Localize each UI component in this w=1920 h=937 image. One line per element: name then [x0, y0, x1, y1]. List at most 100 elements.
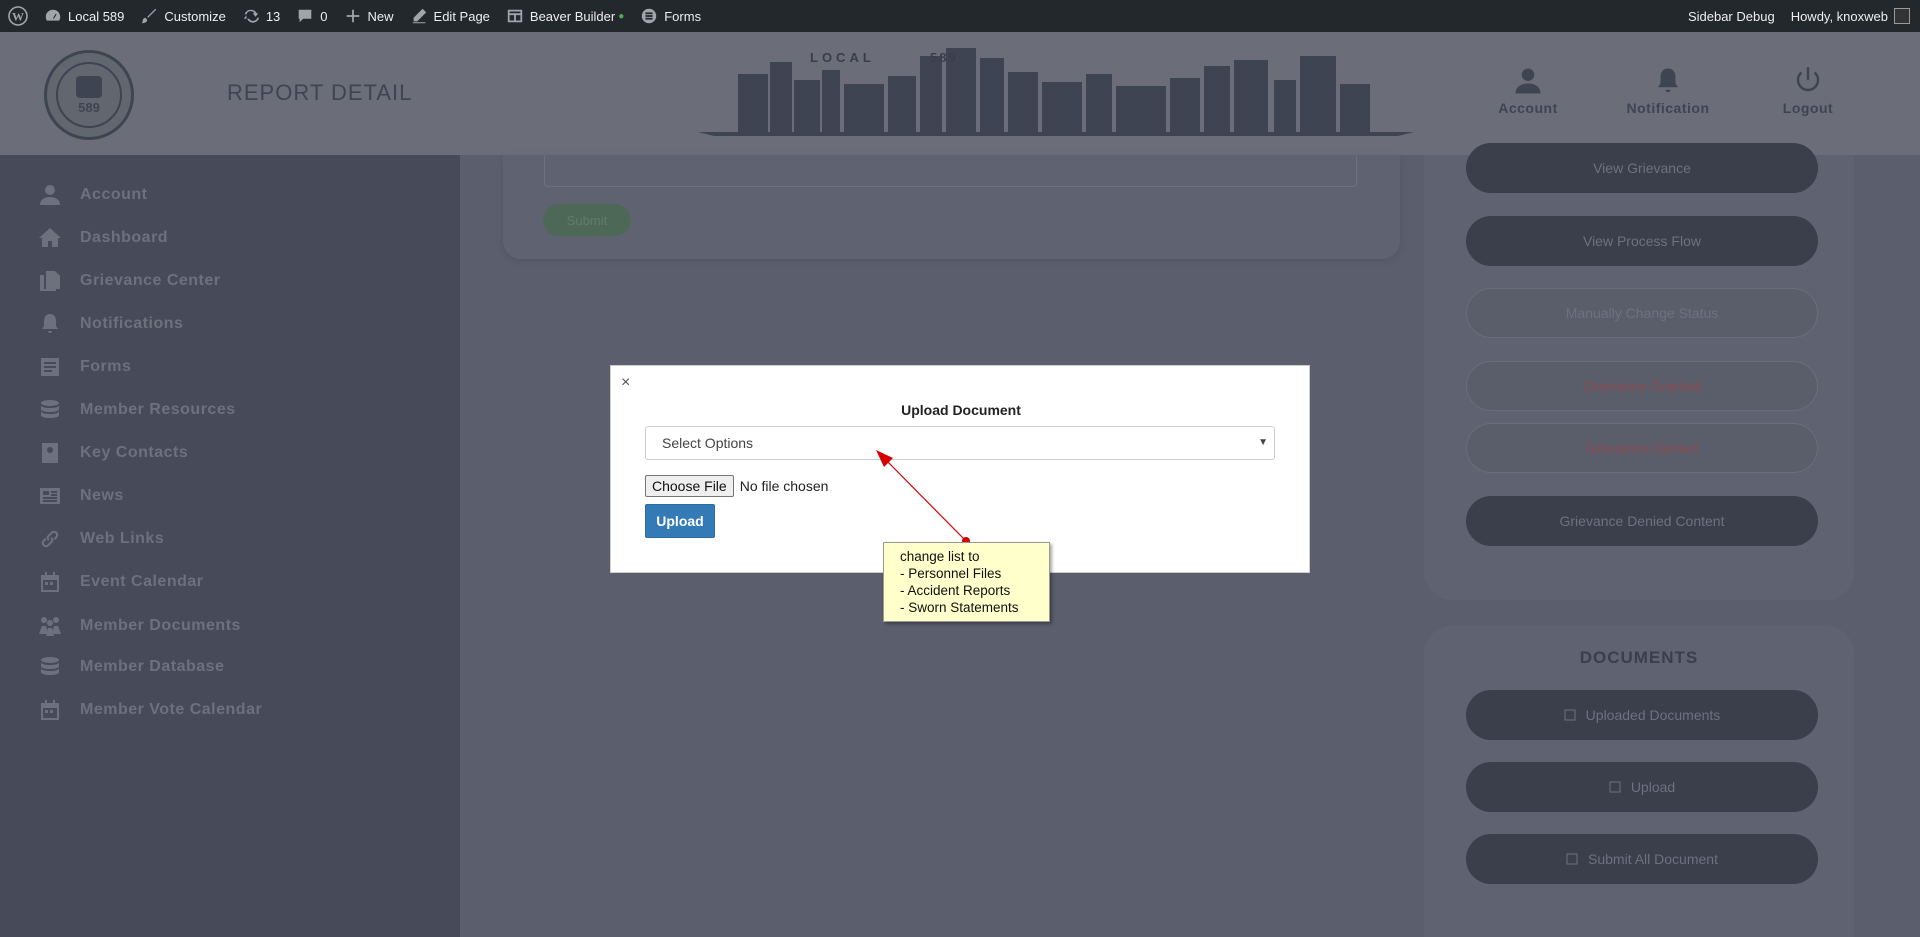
sidebar-item-key-contacts[interactable]: Key Contacts — [38, 441, 188, 465]
sidebar-item-label: News — [80, 487, 124, 504]
new-content-link[interactable]: New — [336, 0, 402, 32]
howdy-label: Howdy, knoxweb — [1790, 8, 1888, 24]
site-name-label: Local 589 — [68, 8, 125, 24]
power-icon — [1796, 67, 1820, 92]
forms-label: Forms — [664, 8, 702, 24]
submit-all-document-button[interactable]: Submit All Document — [1466, 834, 1818, 884]
sidebar-item-notifications[interactable]: Notifications — [38, 312, 183, 336]
sidebar-item-forms[interactable]: Forms — [38, 355, 131, 379]
newspaper-icon — [40, 488, 60, 504]
bus-icon — [76, 75, 102, 98]
beaver-builder-link[interactable]: Beaver Builder ● — [498, 0, 632, 32]
choose-file-button[interactable]: Choose File — [645, 475, 734, 497]
sidebar-item-event-calendar[interactable]: Event Calendar — [38, 570, 203, 594]
link-icon — [41, 530, 59, 548]
note-line: - Accident Reports — [900, 583, 1011, 598]
sidebar-item-label: Event Calendar — [80, 573, 204, 590]
plus-icon — [346, 9, 359, 23]
comment-textarea[interactable] — [544, 155, 1357, 187]
layout-grid-icon — [507, 9, 523, 23]
wordpress-logo-button[interactable]: W — [0, 0, 36, 32]
user-icon — [1515, 68, 1541, 94]
edit-page-label: Edit Page — [433, 8, 490, 24]
city-skyline-illustration — [698, 48, 1414, 136]
sidebar-item-news[interactable]: News — [38, 484, 124, 508]
forms-icon — [642, 8, 657, 24]
manually-change-status-button[interactable]: Manually Change Status — [1466, 288, 1818, 338]
note-line: - Sworn Statements — [900, 600, 1019, 615]
sidebar-item-label: Web Links — [80, 530, 165, 547]
header-notification-button[interactable]: Notification — [1613, 66, 1723, 116]
upload-button[interactable]: Upload — [645, 504, 715, 538]
upload-button[interactable]: Upload — [1466, 762, 1818, 812]
sidebar-item-label: Grievance Center — [80, 272, 221, 289]
grievance-denied-button[interactable]: Grievance Denied — [1466, 423, 1818, 473]
sidebar-debug-link[interactable]: Sidebar Debug — [1680, 0, 1783, 32]
view-grievance-button[interactable]: View Grievance — [1466, 143, 1818, 193]
comments-link[interactable]: 0 — [288, 0, 335, 32]
dashboard-gauge-icon — [45, 9, 61, 21]
database-icon — [41, 400, 59, 418]
sidebar-item-label: Forms — [80, 358, 132, 375]
view-process-flow-button[interactable]: View Process Flow — [1466, 216, 1818, 266]
note-line: change list to — [900, 549, 980, 564]
sidebar-item-label: Member Vote Calendar — [80, 701, 263, 718]
sidebar-item-member-documents[interactable]: Member Documents — [38, 614, 241, 638]
sidebar-item-grievance-center[interactable]: Grievance Center — [38, 269, 221, 293]
submit-button[interactable]: Submit — [543, 204, 631, 236]
status-dot: ● — [618, 10, 625, 22]
site-logo[interactable]: 589 — [44, 50, 134, 140]
wordpress-icon: W — [8, 6, 28, 26]
avatar — [1894, 8, 1910, 24]
header-logout-label: Logout — [1782, 100, 1834, 116]
updates-link[interactable]: 13 — [234, 0, 288, 32]
document-type-select[interactable]: Select Options ▼ — [645, 426, 1275, 460]
logo-number: 589 — [78, 99, 100, 115]
copy-icon — [40, 271, 60, 291]
bell-icon — [42, 314, 58, 333]
svg-text:W: W — [12, 10, 24, 24]
sidebar-item-dashboard[interactable]: Dashboard — [38, 226, 168, 250]
brush-icon — [142, 8, 157, 24]
uploaded-documents-button[interactable]: Uploaded Documents — [1466, 690, 1818, 740]
header-account-label: Account — [1498, 100, 1558, 116]
grievance-denied-content-button[interactable]: Grievance Denied Content — [1466, 496, 1818, 546]
close-icon[interactable]: × — [621, 374, 630, 392]
customize-link[interactable]: Customize — [132, 0, 233, 32]
header-account-button[interactable]: Account — [1473, 66, 1583, 116]
sidebar-item-label: Member Resources — [80, 401, 236, 418]
sidebar-item-web-links[interactable]: Web Links — [38, 527, 164, 551]
header-logout-button[interactable]: Logout — [1753, 66, 1863, 116]
document-button-label: Submit All Document — [1588, 851, 1718, 867]
comments-count: 0 — [320, 8, 328, 24]
bell-icon — [1658, 68, 1678, 93]
sidebar-item-member-vote-calendar[interactable]: Member Vote Calendar — [38, 698, 262, 722]
sidebar-item-account[interactable]: Account — [38, 183, 148, 207]
file-input-row: Choose File No file chosen — [645, 475, 828, 497]
sidebar-item-member-database[interactable]: Member Database — [38, 655, 224, 679]
forms-link[interactable]: Forms — [632, 0, 709, 32]
calendar-icon — [41, 572, 59, 592]
upload-icon — [1609, 781, 1621, 793]
local-label: LOCAL — [810, 50, 875, 65]
refresh-icon — [243, 9, 259, 23]
send-icon — [1566, 853, 1578, 865]
header-notification-label: Notification — [1626, 100, 1710, 116]
modal-title: Upload Document — [901, 402, 1021, 418]
site-name-link[interactable]: Local 589 — [36, 0, 132, 32]
note-line: - Personnel Files — [900, 566, 1002, 581]
document-button-label: Upload — [1630, 779, 1676, 795]
grievance-granted-button[interactable]: Grievance Granted — [1466, 361, 1818, 411]
home-icon — [39, 228, 61, 247]
my-account-link[interactable]: Howdy, knoxweb — [1783, 0, 1920, 32]
new-label: New — [367, 8, 394, 24]
page-title: REPORT DETAIL — [227, 80, 413, 105]
sidebar-debug-label: Sidebar Debug — [1687, 8, 1775, 24]
admin-bar: W Local 589 Customize 13 0 New Edit Page — [0, 0, 1920, 32]
sidebar-item-label: Member Documents — [80, 617, 241, 634]
sidebar-item-member-resources[interactable]: Member Resources — [38, 398, 236, 422]
comment-icon — [298, 9, 312, 23]
edit-page-link[interactable]: Edit Page — [402, 0, 498, 32]
sidebar-item-label: Dashboard — [80, 229, 169, 246]
calendar-icon — [41, 700, 59, 720]
